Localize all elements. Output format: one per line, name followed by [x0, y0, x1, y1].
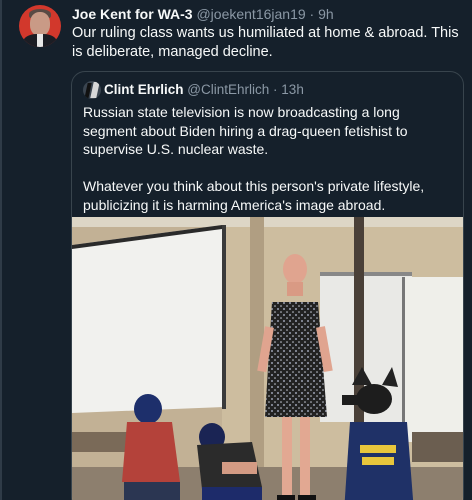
quoted-tweet-header: Clint Ehrlich @ClintEhrlich · 13h: [104, 81, 304, 98]
quoted-tweet-card[interactable]: Clint Ehrlich @ClintEhrlich · 13h Russia…: [71, 71, 464, 500]
timeline-divider: [0, 0, 2, 500]
quoted-tweet-time[interactable]: 13h: [281, 82, 304, 97]
quoted-author-name[interactable]: Clint Ehrlich: [104, 82, 184, 97]
tweet-photo[interactable]: [72, 217, 463, 500]
photo-illustration: [72, 217, 463, 500]
quoted-author-avatar[interactable]: [83, 81, 101, 99]
author-name[interactable]: Joe Kent for WA-3: [72, 6, 193, 22]
quoted-paragraph-1: Russian state television is now broadcas…: [83, 104, 408, 157]
quoted-author-handle[interactable]: @ClintEhrlich: [187, 82, 269, 97]
quoted-meta-separator: ·: [273, 82, 278, 97]
author-avatar[interactable]: [19, 5, 61, 47]
meta-separator: ·: [309, 6, 315, 22]
tweet-time[interactable]: 9h: [318, 6, 334, 22]
quoted-tweet-text: Russian state television is now broadcas…: [83, 103, 453, 233]
tweet-text: Our ruling class wants us humiliated at …: [72, 25, 459, 60]
quoted-paragraph-2: Whatever you think about this person's p…: [83, 178, 425, 213]
author-handle[interactable]: @joekent16jan19: [196, 6, 305, 22]
tweet-header: Joe Kent for WA-3 @joekent16jan19 · 9h: [72, 5, 334, 23]
